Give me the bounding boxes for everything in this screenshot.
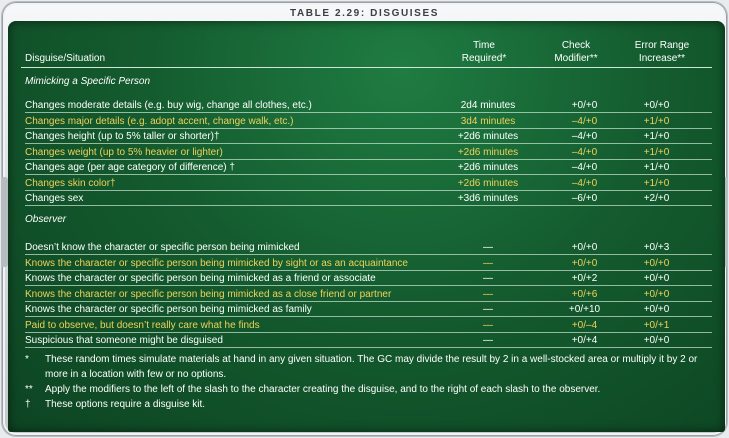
footnote: ** Apply the modifiers to the left of the… [25,382,705,397]
table-row: Knows the character or specific person b… [19,302,716,317]
table-frame: TABLE 2.29: DISGUISES Disguise/Situation… [2,2,727,436]
row-error: +1/+0 [643,146,670,158]
table-row: Knows the character or specific person b… [19,287,716,302]
table-row: Changes major details (e.g. adopt accent… [19,114,716,129]
row-rule [25,205,712,206]
table-row: Changes skin color† +2d6 minutes –4/+0 +1/+… [19,176,716,191]
header-rule [21,67,712,68]
section-label: Observer [25,214,67,225]
row-situation: Changes height (up to 5% taller or short… [25,131,220,142]
row-situation: Knows the character or specific person b… [25,288,392,300]
table-row: Knows the character or specific person b… [19,271,716,286]
row-error: +0/+0 [643,304,670,315]
table-row: Doesn’t know the character or specific p… [19,240,716,255]
table-row: Knows the character or specific person b… [19,256,716,271]
row-error: +0/+0 [643,288,670,300]
footnote-mark: ** [25,384,33,395]
row-error: +2/+0 [643,193,670,204]
footnote-text: These random times simulate materials at… [45,354,698,380]
footnote-text: These options require a disguise kit. [45,399,206,410]
row-situation: Changes skin color† [25,177,116,189]
row-error: +0/+0 [643,100,670,111]
row-rule [25,347,712,348]
table-row: Changes height (up to 5% taller or short… [19,129,716,144]
row-error: +1/+0 [643,177,670,189]
row-situation: Knows the character or specific person b… [25,273,376,284]
header-situation: Disguise/Situation [25,53,106,64]
row-error: +0/+0 [643,335,670,346]
table-title: TABLE 2.29: DISGUISES [290,8,439,19]
row-situation: Doesn’t know the character or specific p… [25,242,300,253]
row-error: +0/+3 [643,242,670,253]
row-situation: Changes moderate details (e.g. buy wig, … [25,100,312,111]
row-error: +1/+0 [643,131,670,142]
footnote-mark: * [25,354,29,365]
table-row: Suspicious that someone might be disguis… [19,333,716,348]
table-row: Changes age (per age category of differe… [19,160,716,175]
row-error: +1/+0 [643,115,670,127]
header-check: Check Modifier** [554,40,598,64]
row-situation: Changes weight (up to 5% heavier or ligh… [25,146,223,158]
table-row: Changes moderate details (e.g. buy wig, … [19,98,716,113]
table-row: Paid to observe, but doesn’t really care… [19,318,716,333]
row-situation: Knows the character or specific person b… [25,257,408,269]
row-error: +0/+0 [643,257,670,269]
table-panel: Disguise/Situation Time Required* Check … [8,21,725,432]
row-error: +0/+0 [643,273,670,284]
row-situation: Changes age (per age category of differe… [25,162,235,173]
table-row: Changes sex +3d6 minutes –6/+0 +2/+0 [19,191,716,206]
footnote-mark: † [25,399,31,410]
row-situation: Changes sex [25,193,84,204]
footnote: † These options require a disguise kit. [25,397,705,412]
row-situation: Suspicious that someone might be disguis… [25,335,223,346]
footnote-text: Apply the modifiers to the left of the s… [45,384,601,395]
table-row: Changes weight (up to 5% heavier or ligh… [19,145,716,160]
footnote: * These random times simulate materials a… [25,352,705,382]
section-label: Mimicking a Specific Person [25,76,151,87]
header-time: Time Required* [461,40,507,64]
row-error: +1/+0 [643,162,670,173]
row-situation: Changes major details (e.g. adopt accent… [25,115,294,127]
row-situation: Paid to observe, but doesn’t really care… [25,319,260,331]
row-situation: Knows the character or specific person b… [25,304,312,315]
header-error: Error Range Increase** [634,40,690,64]
row-error: +0/+1 [643,319,670,331]
